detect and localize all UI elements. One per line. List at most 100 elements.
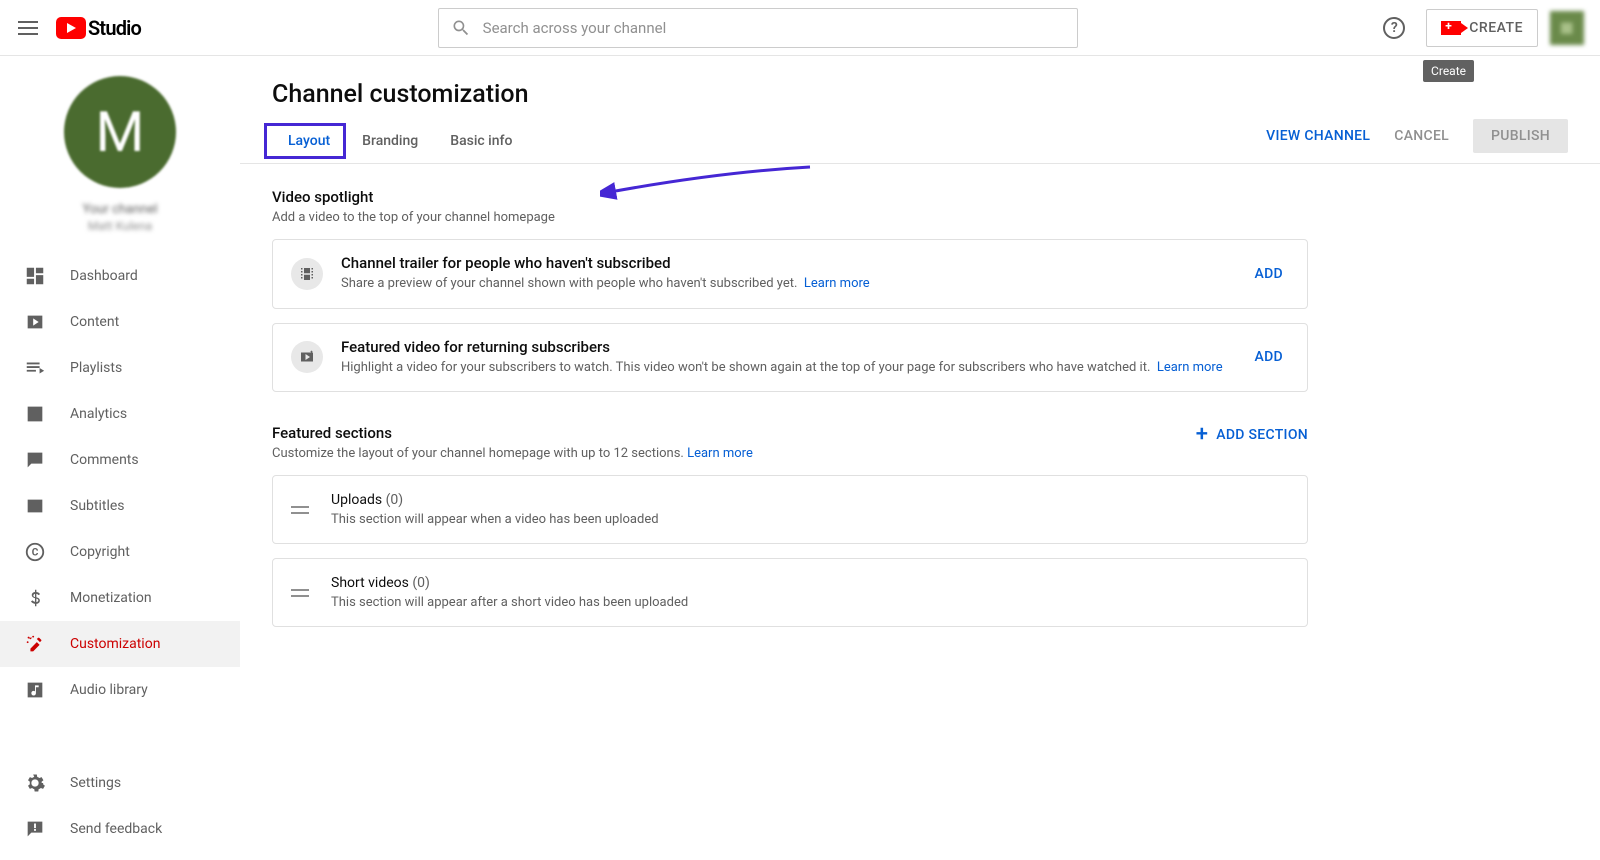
sidebar-bottom: Settings Send feedback: [0, 760, 240, 860]
search-icon: [451, 18, 471, 38]
sidebar-item-label: Comments: [70, 452, 139, 468]
sidebar-item-comments[interactable]: Comments: [0, 437, 240, 483]
section-card-body: Short videos (0) This section will appea…: [331, 575, 1289, 610]
drag-handle-icon[interactable]: [291, 586, 309, 600]
featured-desc: Highlight a video for your subscribers t…: [341, 358, 1231, 378]
add-trailer-button[interactable]: ADD: [1249, 266, 1289, 282]
studio-logo[interactable]: Studio: [56, 16, 141, 40]
featured-video-card: Featured video for returning subscribers…: [272, 323, 1308, 393]
add-featured-button[interactable]: ADD: [1249, 349, 1289, 365]
drag-handle-icon[interactable]: [291, 503, 309, 517]
sidebar: M Your channel Matt Kulena Dashboard Con…: [0, 56, 240, 860]
video-star-icon: [291, 341, 323, 373]
section-card-desc: This section will appear after a short v…: [331, 595, 1289, 610]
youtube-icon: [56, 17, 86, 39]
channel-trailer-card: Channel trailer for people who haven't s…: [272, 239, 1308, 309]
spotlight-sub: Add a video to the top of your channel h…: [272, 210, 1308, 225]
sidebar-item-label: Subtitles: [70, 498, 125, 514]
card-body: Featured video for returning subscribers…: [341, 338, 1231, 378]
section-card-count: (0): [386, 492, 404, 508]
sidebar-item-dashboard[interactable]: Dashboard: [0, 253, 240, 299]
featured-head-row: Featured sections Customize the layout o…: [272, 424, 1308, 461]
sidebar-item-send-feedback[interactable]: Send feedback: [0, 806, 240, 852]
svg-text:C: C: [32, 548, 39, 559]
publish-button[interactable]: PUBLISH: [1473, 119, 1568, 153]
search-container: [141, 8, 1374, 48]
sidebar-item-copyright[interactable]: C Copyright: [0, 529, 240, 575]
channel-block[interactable]: M Your channel Matt Kulena: [0, 76, 240, 233]
header-right: ? CREATE: [1374, 8, 1584, 48]
section-card-title: Uploads (0): [331, 492, 1289, 508]
audio-library-icon: [24, 679, 46, 701]
learn-more-link[interactable]: Learn more: [1157, 360, 1223, 375]
sidebar-item-label: Send feedback: [70, 821, 162, 837]
featured-title: Featured sections: [272, 424, 753, 442]
sidebar-item-customization[interactable]: Customization: [0, 621, 240, 667]
tab-branding[interactable]: Branding: [346, 119, 434, 163]
add-section-button[interactable]: + ADD SECTION: [1196, 424, 1308, 446]
film-icon: [291, 258, 323, 290]
sidebar-item-label: Monetization: [70, 590, 152, 606]
sidebar-item-label: Analytics: [70, 406, 127, 422]
tabs-left: Layout Branding Basic info: [272, 119, 528, 163]
section-card-short-videos: Short videos (0) This section will appea…: [272, 558, 1308, 627]
app-body: M Your channel Matt Kulena Dashboard Con…: [0, 56, 1600, 860]
gear-icon: [24, 772, 46, 794]
view-channel-button[interactable]: VIEW CHANNEL: [1266, 128, 1370, 144]
sidebar-item-subtitles[interactable]: Subtitles: [0, 483, 240, 529]
sidebar-item-label: Content: [70, 314, 119, 330]
menu-icon[interactable]: [16, 16, 40, 40]
create-button[interactable]: CREATE: [1426, 9, 1538, 47]
analytics-icon: [24, 403, 46, 425]
playlists-icon: [24, 357, 46, 379]
learn-more-link[interactable]: Learn more: [687, 446, 753, 461]
search-box[interactable]: [438, 8, 1078, 48]
trailer-desc: Share a preview of your channel shown wi…: [341, 274, 1231, 294]
video-spotlight-section: Video spotlight Add a video to the top o…: [272, 188, 1308, 392]
sidebar-item-playlists[interactable]: Playlists: [0, 345, 240, 391]
section-card-title: Short videos (0): [331, 575, 1289, 591]
section-card-count: (0): [412, 575, 430, 591]
sidebar-item-label: Audio library: [70, 682, 148, 698]
account-avatar[interactable]: [1550, 11, 1584, 45]
sidebar-item-analytics[interactable]: Analytics: [0, 391, 240, 437]
header-left: Studio: [16, 16, 141, 40]
sidebar-item-label: Dashboard: [70, 268, 138, 284]
channel-avatar: M: [64, 76, 176, 188]
tabs-row: Layout Branding Basic info VIEW CHANNEL …: [240, 119, 1600, 164]
featured-title: Featured video for returning subscribers: [341, 338, 1231, 356]
tab-basic-info[interactable]: Basic info: [434, 119, 528, 163]
search-input[interactable]: [483, 19, 1065, 37]
sidebar-nav: Dashboard Content Playlists Analytics Co…: [0, 253, 240, 760]
sidebar-item-settings[interactable]: Settings: [0, 760, 240, 806]
help-button[interactable]: ?: [1374, 8, 1414, 48]
create-label: CREATE: [1469, 20, 1523, 36]
cancel-button[interactable]: CANCEL: [1394, 128, 1449, 144]
tabs-right: VIEW CHANNEL CANCEL PUBLISH: [1266, 119, 1568, 163]
channel-label: Your channel: [82, 202, 157, 217]
feedback-icon: [24, 818, 46, 840]
comments-icon: [24, 449, 46, 471]
section-card-uploads: Uploads (0) This section will appear whe…: [272, 475, 1308, 544]
sidebar-item-label: Customization: [70, 636, 160, 652]
section-card-desc: This section will appear when a video ha…: [331, 512, 1289, 527]
add-section-label: ADD SECTION: [1216, 427, 1308, 443]
learn-more-link[interactable]: Learn more: [804, 276, 870, 291]
content-area: Video spotlight Add a video to the top o…: [240, 164, 1340, 651]
brand-text: Studio: [88, 16, 141, 40]
plus-icon: +: [1196, 424, 1209, 446]
sidebar-item-label: Settings: [70, 775, 121, 791]
page-title: Channel customization: [272, 80, 1568, 109]
tab-layout[interactable]: Layout: [272, 119, 346, 163]
customization-icon: [24, 633, 46, 655]
copyright-icon: C: [24, 541, 46, 563]
sidebar-item-label: Copyright: [70, 544, 130, 560]
sidebar-item-content[interactable]: Content: [0, 299, 240, 345]
sidebar-item-audio-library[interactable]: Audio library: [0, 667, 240, 713]
trailer-title: Channel trailer for people who haven't s…: [341, 254, 1231, 272]
subtitles-icon: [24, 495, 46, 517]
sidebar-item-monetization[interactable]: Monetization: [0, 575, 240, 621]
help-icon: ?: [1383, 17, 1405, 39]
dashboard-icon: [24, 265, 46, 287]
monetization-icon: [24, 587, 46, 609]
